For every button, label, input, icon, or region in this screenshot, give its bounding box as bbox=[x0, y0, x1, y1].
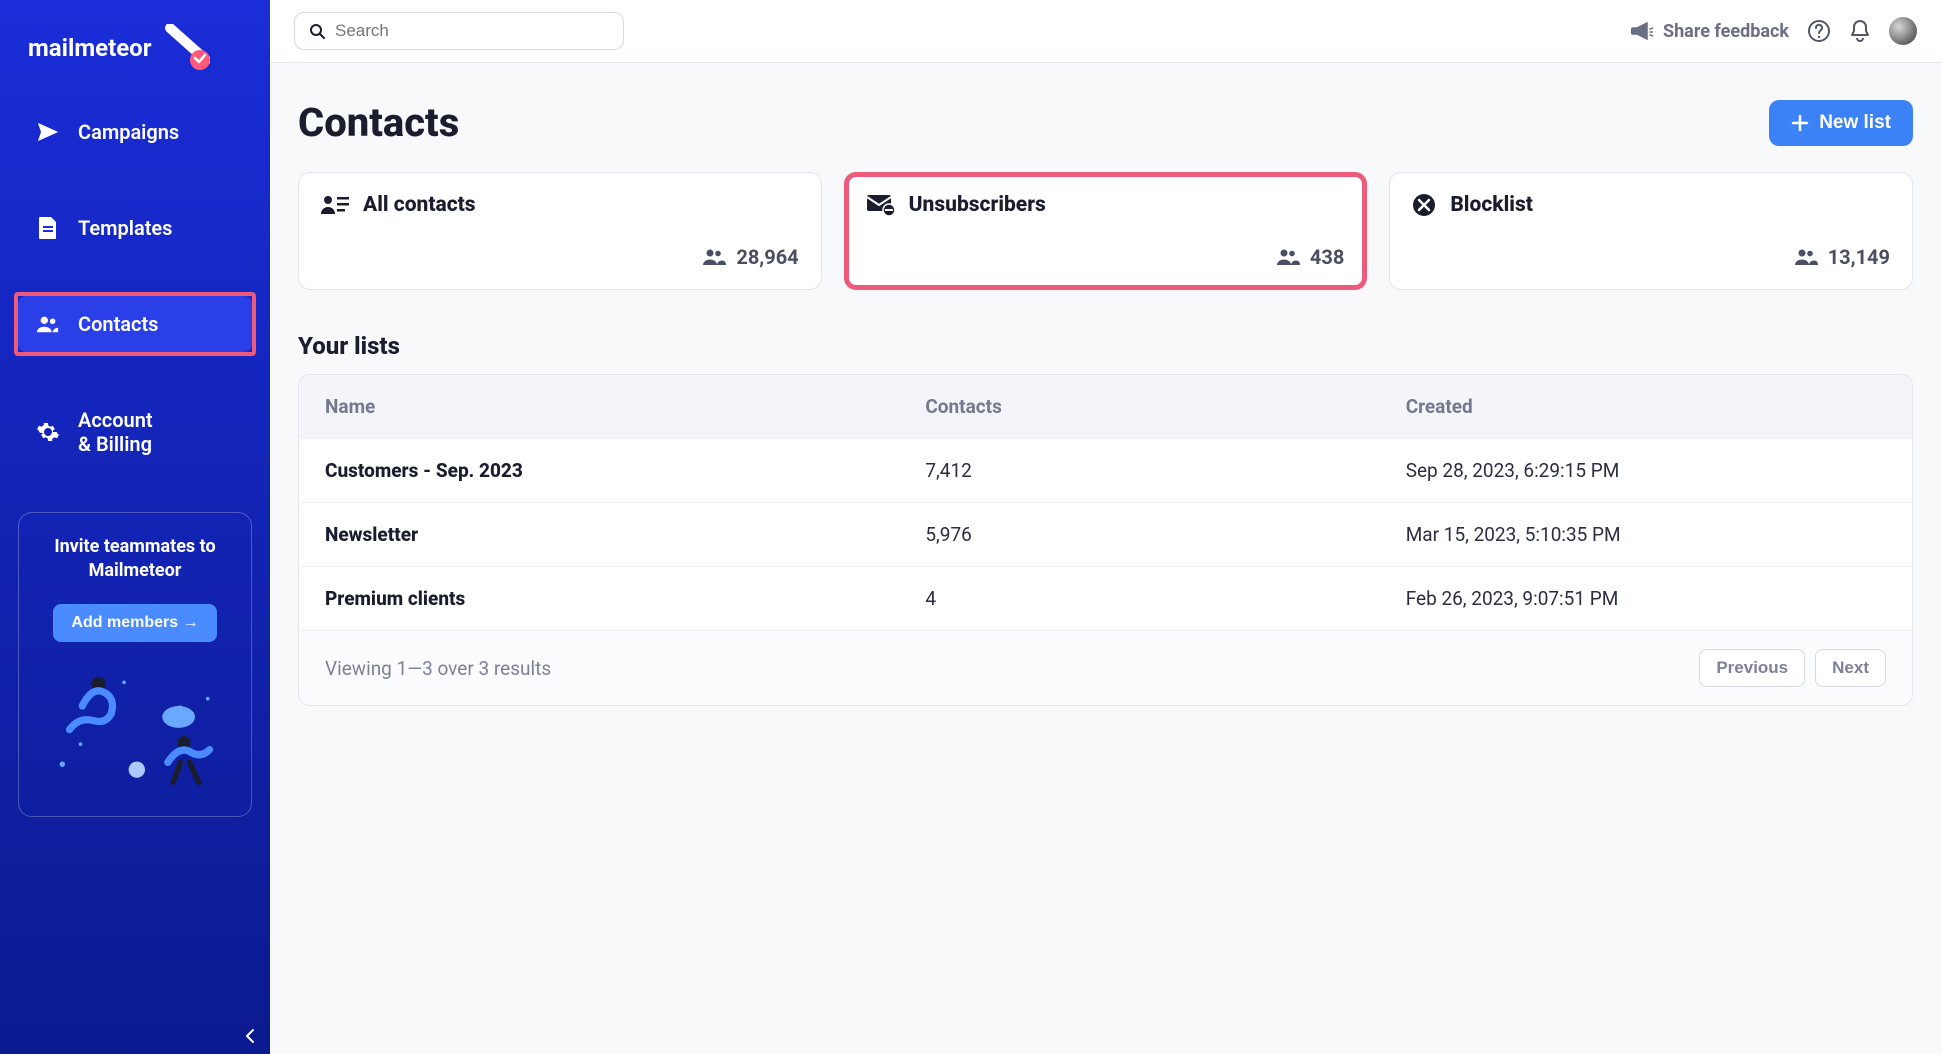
table-row[interactable]: Customers - Sep. 2023 7,412 Sep 28, 2023… bbox=[299, 438, 1912, 502]
sidebar-item-campaigns[interactable]: Campaigns bbox=[18, 104, 252, 160]
block-icon bbox=[1412, 193, 1436, 217]
col-created: Created bbox=[1406, 395, 1886, 418]
results-summary: Viewing 1—3 over 3 results bbox=[325, 657, 551, 680]
new-list-label: New list bbox=[1819, 112, 1891, 134]
table-footer: Viewing 1—3 over 3 results Previous Next bbox=[299, 630, 1912, 705]
pagination: Previous Next bbox=[1699, 649, 1886, 687]
sidebar-item-label: Templates bbox=[78, 216, 172, 240]
search-box[interactable] bbox=[294, 12, 624, 50]
cell-contacts: 4 bbox=[925, 587, 1405, 610]
lists-table: Name Contacts Created Customers - Sep. 2… bbox=[298, 374, 1913, 706]
topbar: Share feedback bbox=[270, 0, 1941, 63]
sidebar-item-label: Account & Billing bbox=[78, 408, 153, 456]
sidebar-collapse-chevron-icon[interactable] bbox=[244, 1028, 256, 1044]
unsubscribe-icon bbox=[867, 194, 895, 216]
cell-contacts: 7,412 bbox=[925, 459, 1405, 482]
people-small-icon bbox=[702, 248, 726, 266]
cell-created: Feb 26, 2023, 9:07:51 PM bbox=[1406, 587, 1886, 610]
sidebar-item-label: Contacts bbox=[78, 312, 158, 336]
megaphone-icon bbox=[1631, 21, 1653, 41]
next-button[interactable]: Next bbox=[1815, 649, 1886, 687]
comet-icon bbox=[162, 24, 210, 72]
people-small-icon bbox=[1276, 248, 1300, 266]
help-icon[interactable] bbox=[1807, 19, 1831, 43]
share-feedback-label: Share feedback bbox=[1663, 21, 1789, 42]
share-feedback-button[interactable]: Share feedback bbox=[1631, 21, 1789, 42]
cell-created: Sep 28, 2023, 6:29:15 PM bbox=[1406, 459, 1886, 482]
main: Share feedback Contacts New list bbox=[270, 0, 1941, 1054]
card-title: Blocklist bbox=[1450, 193, 1533, 217]
invite-title: Invite teammates to Mailmeteor bbox=[35, 535, 235, 584]
table-row[interactable]: Newsletter 5,976 Mar 15, 2023, 5:10:35 P… bbox=[299, 502, 1912, 566]
search-input[interactable] bbox=[335, 21, 609, 41]
cell-created: Mar 15, 2023, 5:10:35 PM bbox=[1406, 523, 1886, 546]
card-count: 13,149 bbox=[1828, 245, 1890, 269]
table-header: Name Contacts Created bbox=[299, 375, 1912, 438]
card-title: Unsubscribers bbox=[909, 193, 1046, 217]
people-small-icon bbox=[1794, 248, 1818, 266]
page-title: Contacts bbox=[298, 99, 459, 146]
sidebar-item-templates[interactable]: Templates bbox=[18, 200, 252, 256]
card-blocklist[interactable]: Blocklist 13,149 bbox=[1389, 172, 1913, 290]
sidebar-item-contacts[interactable]: Contacts bbox=[18, 296, 252, 352]
invite-illustration bbox=[35, 656, 235, 796]
sidebar: mailmeteor Campaigns Templat bbox=[0, 0, 270, 1054]
summary-cards: All contacts 28,964 Unsubscribe bbox=[298, 172, 1913, 290]
cell-name: Premium clients bbox=[325, 587, 925, 610]
col-name: Name bbox=[325, 395, 925, 418]
table-row[interactable]: Premium clients 4 Feb 26, 2023, 9:07:51 … bbox=[299, 566, 1912, 630]
card-count: 438 bbox=[1310, 245, 1344, 269]
sidebar-item-label: Campaigns bbox=[78, 120, 179, 144]
brand-logo[interactable]: mailmeteor bbox=[0, 24, 270, 104]
previous-button[interactable]: Previous bbox=[1699, 649, 1805, 687]
bell-icon[interactable] bbox=[1849, 19, 1871, 43]
col-contacts: Contacts bbox=[925, 395, 1405, 418]
your-lists-title: Your lists bbox=[298, 332, 1913, 360]
new-list-button[interactable]: New list bbox=[1769, 100, 1913, 146]
cell-contacts: 5,976 bbox=[925, 523, 1405, 546]
gear-icon bbox=[36, 420, 60, 444]
sidebar-item-account-billing[interactable]: Account & Billing bbox=[18, 392, 252, 472]
people-icon bbox=[36, 312, 60, 336]
contacts-list-icon bbox=[321, 194, 349, 216]
card-unsubscribers[interactable]: Unsubscribers 438 bbox=[844, 172, 1368, 290]
card-title: All contacts bbox=[363, 193, 476, 217]
sidebar-nav: Campaigns Templates Contacts bbox=[0, 104, 270, 472]
document-icon bbox=[36, 216, 60, 240]
card-count: 28,964 bbox=[736, 245, 798, 269]
cell-name: Customers - Sep. 2023 bbox=[325, 459, 925, 482]
send-icon bbox=[36, 120, 60, 144]
brand-name: mailmeteor bbox=[28, 34, 152, 62]
cell-name: Newsletter bbox=[325, 523, 925, 546]
search-icon bbox=[309, 23, 325, 39]
invite-teammates-card: Invite teammates to Mailmeteor Add membe… bbox=[18, 512, 252, 817]
card-all-contacts[interactable]: All contacts 28,964 bbox=[298, 172, 822, 290]
plus-icon bbox=[1791, 114, 1809, 132]
add-members-button[interactable]: Add members → bbox=[53, 604, 216, 642]
avatar[interactable] bbox=[1889, 17, 1917, 45]
